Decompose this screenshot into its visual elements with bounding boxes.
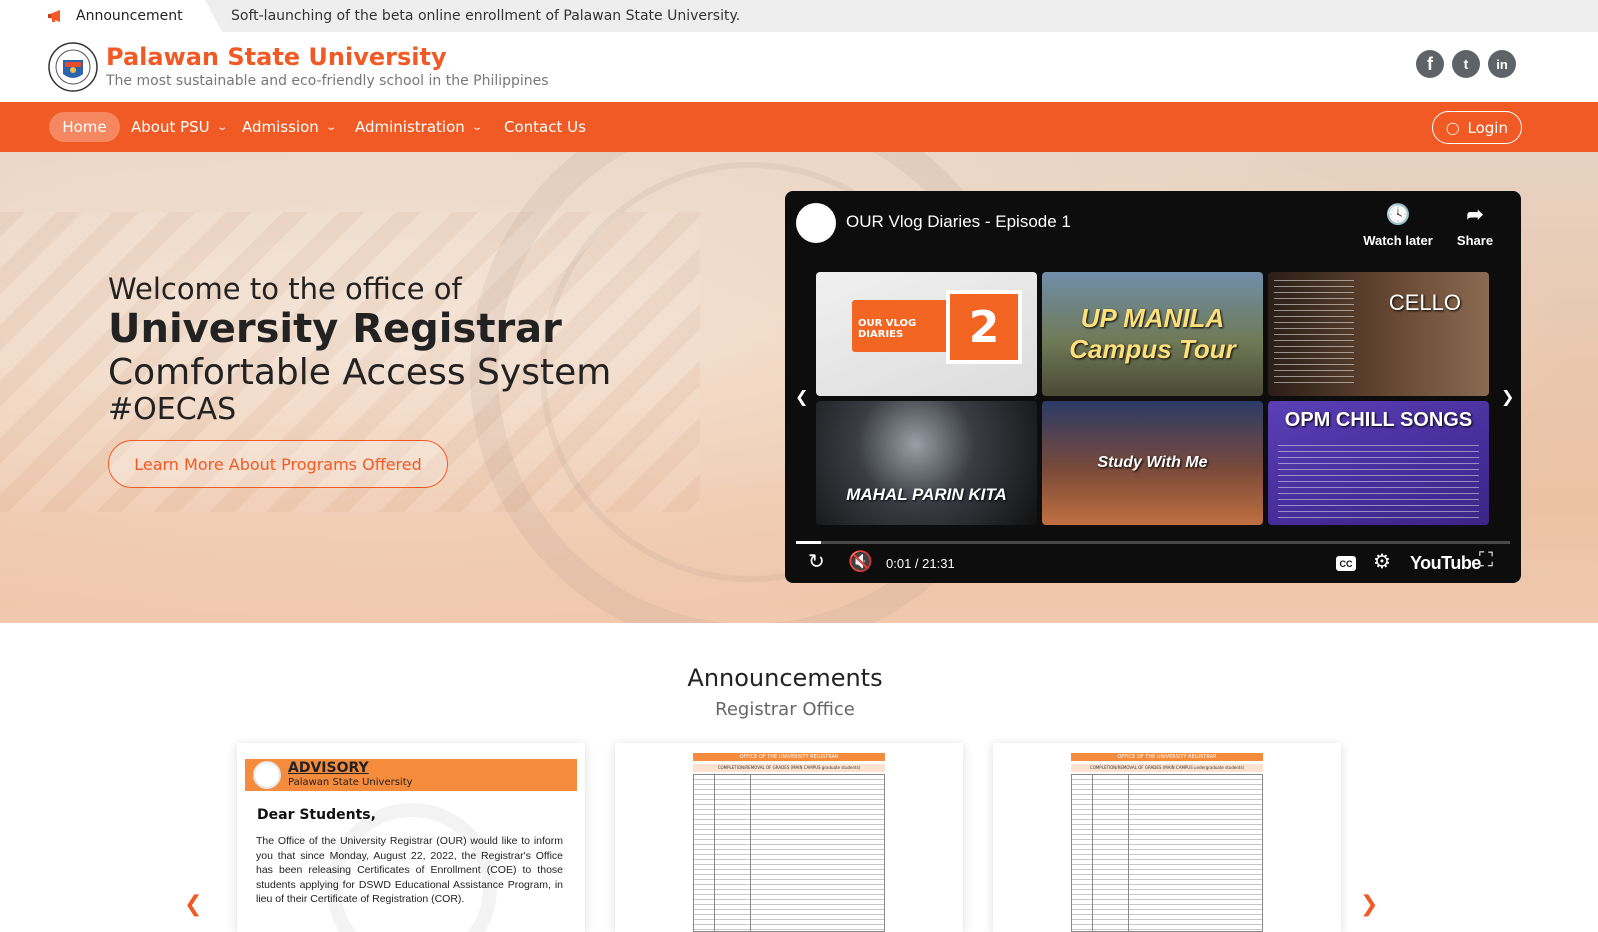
announcement-label: Announcement: [76, 8, 183, 24]
document-preview: OFFICE OF THE UNIVERSITY REGISTRAR COMPL…: [1071, 753, 1263, 932]
nav-contact-us[interactable]: Contact Us: [504, 112, 586, 142]
carousel-next-icon[interactable]: ❯: [1360, 892, 1378, 917]
chevron-right-icon[interactable]: ❯: [1501, 387, 1514, 406]
login-label: Login: [1467, 118, 1508, 137]
linkedin-icon[interactable]: in: [1488, 50, 1516, 78]
advisory-greeting: Dear Students,: [257, 807, 376, 823]
learn-more-programs-button[interactable]: Learn More About Programs Offered: [108, 440, 448, 488]
watch-later-label: Watch later: [1363, 233, 1433, 248]
chevron-down-icon: ⌄: [325, 121, 337, 133]
document-header: OFFICE OF THE UNIVERSITY REGISTRAR: [693, 753, 885, 761]
video-thumbnail[interactable]: Study With Me: [1042, 401, 1263, 525]
announcement-bar: Announcement Soft-launching of the beta …: [0, 0, 1598, 32]
announcements-subtitle: Registrar Office: [715, 699, 855, 720]
document-subheader: COMPLETION/REMOVAL OF GRADES (MAIN CAMPU…: [693, 764, 885, 772]
main-nav: Home About PSU ⌄ Admission ⌄ Administratio…: [0, 102, 1598, 152]
document-header: OFFICE OF THE UNIVERSITY REGISTRAR: [1071, 753, 1263, 761]
share-icon: ➦: [1466, 204, 1484, 226]
video-time: 0:01 / 21:31: [886, 556, 955, 571]
facebook-icon[interactable]: f: [1416, 50, 1444, 78]
university-seal-logo[interactable]: [48, 42, 98, 92]
megaphone-icon: [48, 10, 60, 22]
watch-later-button[interactable]: 🕓 Watch later: [1362, 203, 1434, 248]
user-icon: ◯: [1446, 120, 1460, 135]
advisory-header: ADVISORY Palawan State University: [245, 759, 577, 791]
advisory-org: Palawan State University: [288, 777, 413, 788]
thumbnail-caption: MAHAL PARIN KITA: [846, 485, 1007, 504]
track-list: [1278, 445, 1479, 519]
share-button[interactable]: ➦ Share: [1455, 203, 1495, 248]
fullscreen-icon[interactable]: ⛶: [1479, 549, 1493, 572]
chevron-left-icon[interactable]: ❮: [795, 387, 808, 406]
nav-about-psu[interactable]: About PSU ⌄: [131, 112, 228, 142]
youtube-embed[interactable]: OUR Vlog Diaries - Episode 1 🕓 Watch lat…: [785, 191, 1521, 583]
nav-administration-label: Administration: [355, 118, 465, 136]
settings-gear-icon[interactable]: ⚙: [1373, 549, 1391, 574]
hero-line-welcome: Welcome to the office of: [108, 272, 462, 306]
university-seal-logo: [253, 761, 281, 789]
video-thumbnail[interactable]: OUR VLOG DIARIES 2: [816, 272, 1037, 396]
thumbnail-number: 2: [946, 290, 1022, 364]
video-progress-bar[interactable]: [796, 541, 1510, 544]
chevron-down-icon: ⌄: [471, 121, 483, 133]
brand-tagline: The most sustainable and eco-friendly sc…: [106, 73, 549, 89]
video-progress-fill: [796, 541, 821, 544]
announcement-card[interactable]: ADVISORY Palawan State University Dear S…: [237, 743, 585, 932]
thumbnail-caption: Study With Me: [1097, 454, 1208, 471]
nav-administration[interactable]: Administration ⌄: [355, 112, 483, 142]
login-button[interactable]: ◯ Login: [1432, 111, 1522, 144]
announcement-text[interactable]: Soft-launching of the beta online enroll…: [231, 8, 740, 24]
nav-home[interactable]: Home: [49, 112, 120, 142]
hero-line-system: Comfortable Access System: [108, 352, 612, 393]
video-thumbnail[interactable]: CELLO: [1268, 272, 1489, 396]
video-title[interactable]: OUR Vlog Diaries - Episode 1: [846, 212, 1071, 232]
document-subheader: COMPLETION/REMOVAL OF GRADES (MAIN CAMPU…: [1071, 764, 1263, 772]
hero-section: Welcome to the office of University Regi…: [0, 152, 1598, 623]
youtube-logo[interactable]: YouTube: [1410, 553, 1481, 574]
video-thumbnail[interactable]: UP MANILA Campus Tour: [1042, 272, 1263, 396]
document-preview: OFFICE OF THE UNIVERSITY REGISTRAR COMPL…: [693, 753, 885, 932]
announcement-card[interactable]: OFFICE OF THE UNIVERSITY REGISTRAR COMPL…: [615, 743, 963, 932]
thumbnail-caption: OPM CHILL SONGS: [1284, 409, 1473, 431]
announcements-title: Announcements: [687, 664, 883, 692]
channel-avatar[interactable]: [796, 203, 836, 243]
announcement-card[interactable]: OFFICE OF THE UNIVERSITY REGISTRAR COMPL…: [993, 743, 1341, 932]
brand-name[interactable]: Palawan State University: [106, 43, 447, 71]
replay-icon[interactable]: ↻: [808, 549, 825, 574]
nav-admission[interactable]: Admission ⌄: [242, 112, 337, 142]
video-thumbnail[interactable]: OPM CHILL SONGS: [1268, 401, 1489, 525]
advisory-title: ADVISORY: [288, 760, 369, 776]
video-thumbnail[interactable]: MAHAL PARIN KITA: [816, 401, 1037, 525]
twitter-icon[interactable]: t: [1452, 50, 1480, 78]
nav-about-label: About PSU: [131, 118, 210, 136]
document-table: [693, 774, 885, 932]
mute-icon[interactable]: 🔇: [848, 549, 873, 574]
nav-admission-label: Admission: [242, 118, 319, 136]
hero-line-hashtag: #OECAS: [108, 392, 237, 427]
announcement-tag: Announcement: [0, 0, 222, 32]
site-header: Palawan State University The most sustai…: [0, 32, 1598, 102]
document-table: [1071, 774, 1263, 932]
advisory-body: The Office of the University Registrar (…: [256, 835, 563, 906]
chevron-down-icon: ⌄: [215, 121, 228, 133]
track-list: [1274, 280, 1354, 388]
related-videos-grid: OUR VLOG DIARIES 2 UP MANILA Campus Tour…: [816, 272, 1490, 525]
thumbnail-caption: UP MANILA Campus Tour: [1069, 303, 1236, 364]
clock-icon: 🕓: [1385, 204, 1411, 226]
carousel-prev-icon[interactable]: ❮: [184, 892, 202, 917]
captions-icon[interactable]: CC: [1336, 556, 1356, 571]
thumbnail-caption: CELLO: [1388, 290, 1461, 315]
hero-line-registrar: University Registrar: [108, 306, 562, 352]
nav-contact-label: Contact Us: [504, 118, 586, 136]
share-label: Share: [1456, 233, 1494, 248]
nav-home-label: Home: [62, 118, 107, 136]
